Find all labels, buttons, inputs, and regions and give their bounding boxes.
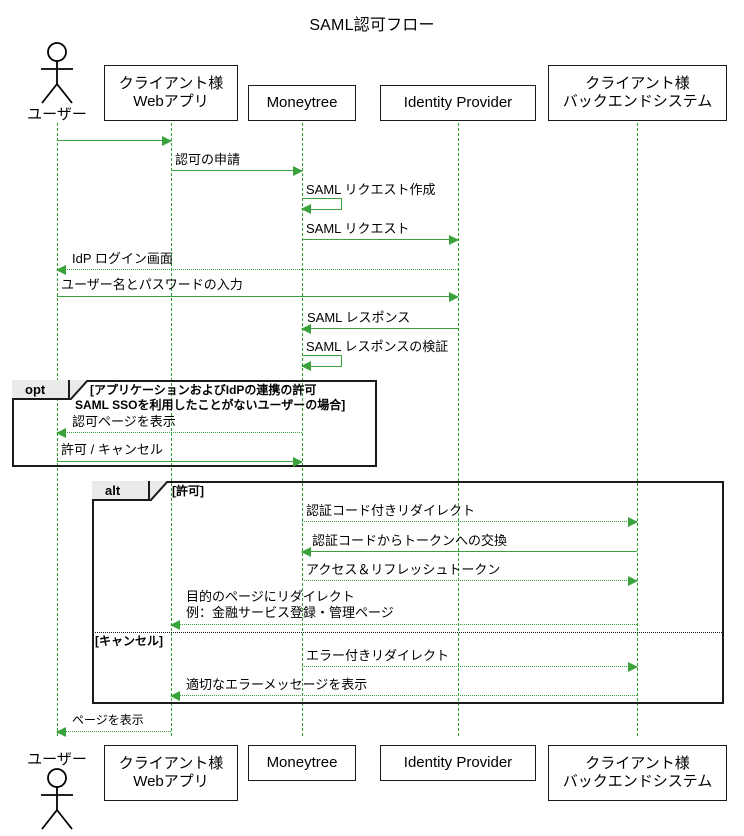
arrowhead-right-icon: [628, 576, 638, 586]
stick-figure-icon: [41, 768, 73, 830]
message-label-m12: アクセス＆リフレッシュトークン: [306, 562, 501, 577]
message-arrow-m13: [170, 620, 637, 630]
arrowhead-right-icon: [449, 235, 459, 245]
message-label-m4: IdP ログイン画面: [72, 251, 173, 266]
participant-box-backend-top: クライアント様 バックエンドシステム: [548, 65, 727, 121]
participant-label-client-webapp-bottom-line2: Webアプリ: [133, 773, 209, 790]
message-label-m11: 認証コードからトークンへの交換: [312, 533, 508, 548]
message-label-m7: SAML レスポンスの検証: [306, 339, 449, 354]
message-arrow-m6: [301, 324, 458, 334]
participant-box-idp-top: Identity Provider: [380, 85, 536, 121]
message-arrow-m15: [170, 691, 637, 701]
participant-box-moneytree-top: Moneytree: [248, 85, 356, 121]
participant-box-idp-bottom: Identity Provider: [380, 745, 536, 781]
participant-label-client-webapp-top-line2: Webアプリ: [133, 93, 209, 110]
arrowhead-left-icon: [301, 547, 311, 557]
message-arrow-m10: [302, 517, 638, 527]
message-arrow-m1: [171, 166, 303, 176]
arrowhead-left-icon: [170, 691, 180, 701]
fragment-opt-tab-notch: [69, 379, 89, 401]
message-arrow-m0: [57, 136, 172, 146]
participant-label-idp-bottom: Identity Provider: [403, 754, 513, 772]
notch-shape-icon: [69, 379, 89, 401]
fragment-alt-tab: alt: [92, 481, 150, 501]
participant-label-client-webapp-top-line1: クライアント様: [118, 75, 224, 93]
notch-shape-icon: [149, 480, 169, 502]
message-arrow-m5: [57, 292, 459, 302]
message-label-m8: 認可ページを表示: [72, 414, 176, 429]
arrowhead-left-icon: [56, 428, 66, 438]
message-label-m13: 目的のページにリダイレクト 例：金融サービス登録・管理ページ: [186, 589, 394, 620]
arrowhead-left-icon: [301, 204, 311, 214]
participant-box-client-webapp-bottom: クライアント様 Webアプリ: [104, 745, 238, 801]
participant-label-backend-top-line1: クライアント様: [585, 75, 690, 93]
message-arrow-m9: [57, 457, 303, 467]
participant-label-idp-top: Identity Provider: [403, 94, 513, 112]
arrowhead-right-icon: [162, 136, 172, 146]
participant-label-moneytree-top: Moneytree: [266, 94, 338, 112]
fragment-alt-divider: [92, 632, 724, 633]
page-title: SAML認可フロー: [309, 17, 435, 34]
message-arrow-m12: [302, 576, 638, 586]
arrowhead-right-icon: [449, 292, 459, 302]
fragment-opt-tab: opt: [12, 380, 70, 400]
fragment-opt-condition-line2: SAML SSOを利用したことがないユーザーの場合]: [75, 398, 346, 412]
participant-label-backend-bottom-line1: クライアント様: [585, 755, 690, 773]
message-label-m10: 認証コード付きリダイレクト: [306, 503, 476, 518]
participant-label-backend-top-line2: バックエンドシステム: [562, 93, 713, 110]
participant-label-moneytree-bottom: Moneytree: [266, 754, 338, 772]
participant-box-backend-bottom: クライアント様 バックエンドシステム: [548, 745, 727, 801]
message-label-m3: SAML リクエスト: [306, 221, 410, 236]
arrowhead-right-icon: [628, 662, 638, 672]
message-label-m9: 許可 / キャンセル: [61, 442, 163, 457]
message-arrow-m16: [56, 727, 171, 737]
participant-label-client-webapp-bottom-line1: クライアント様: [118, 755, 224, 773]
message-arrow-m4: [56, 265, 458, 275]
message-label-m6: SAML レスポンス: [307, 310, 411, 325]
message-arrow-m8: [56, 428, 302, 438]
participant-label-backend-bottom-line2: バックエンドシステム: [562, 773, 713, 790]
participant-box-moneytree-bottom: Moneytree: [248, 745, 356, 781]
message-label-m15: 適切なエラーメッセージを表示: [186, 677, 368, 692]
message-label-m1: 認可の申請: [175, 152, 241, 167]
message-label-m2: SAML リクエスト作成: [306, 182, 436, 197]
message-arrow-m3: [302, 235, 459, 245]
arrowhead-left-icon: [56, 727, 66, 737]
message-label-m14: エラー付きリダイレクト: [306, 648, 450, 663]
fragment-opt-condition-line1: [アプリケーションおよびIdPの連携の許可: [90, 383, 317, 397]
arrowhead-right-icon: [293, 166, 303, 176]
message-label-m16: ページを表示: [72, 713, 144, 727]
fragment-alt-else-condition: [キャンセル]: [95, 634, 163, 648]
stick-figure-icon: [41, 42, 73, 104]
participant-box-client-webapp-top: クライアント様 Webアプリ: [104, 65, 238, 121]
arrowhead-left-icon: [56, 265, 66, 275]
arrowhead-right-icon: [628, 517, 638, 527]
message-arrow-m11: [301, 547, 637, 557]
arrowhead-left-icon: [301, 361, 311, 371]
arrowhead-right-icon: [293, 457, 303, 467]
participant-label-user-top: ユーザー: [27, 106, 87, 123]
message-self-m7: [301, 355, 342, 371]
arrowhead-left-icon: [170, 620, 180, 630]
message-arrow-m14: [302, 662, 638, 672]
fragment-alt-condition: [許可]: [172, 484, 204, 498]
fragment-alt-tab-notch: [149, 480, 169, 502]
message-label-m5: ユーザー名とパスワードの入力: [61, 277, 243, 292]
message-self-m2: [301, 198, 342, 214]
sequence-diagram-canvas: SAML認可フロー ユーザー クライアント様 Webアプリ Moneytree …: [0, 0, 744, 836]
actor-user-bottom: [33, 768, 81, 830]
participant-label-user-bottom: ユーザー: [27, 751, 87, 768]
actor-user-top: [33, 42, 81, 104]
